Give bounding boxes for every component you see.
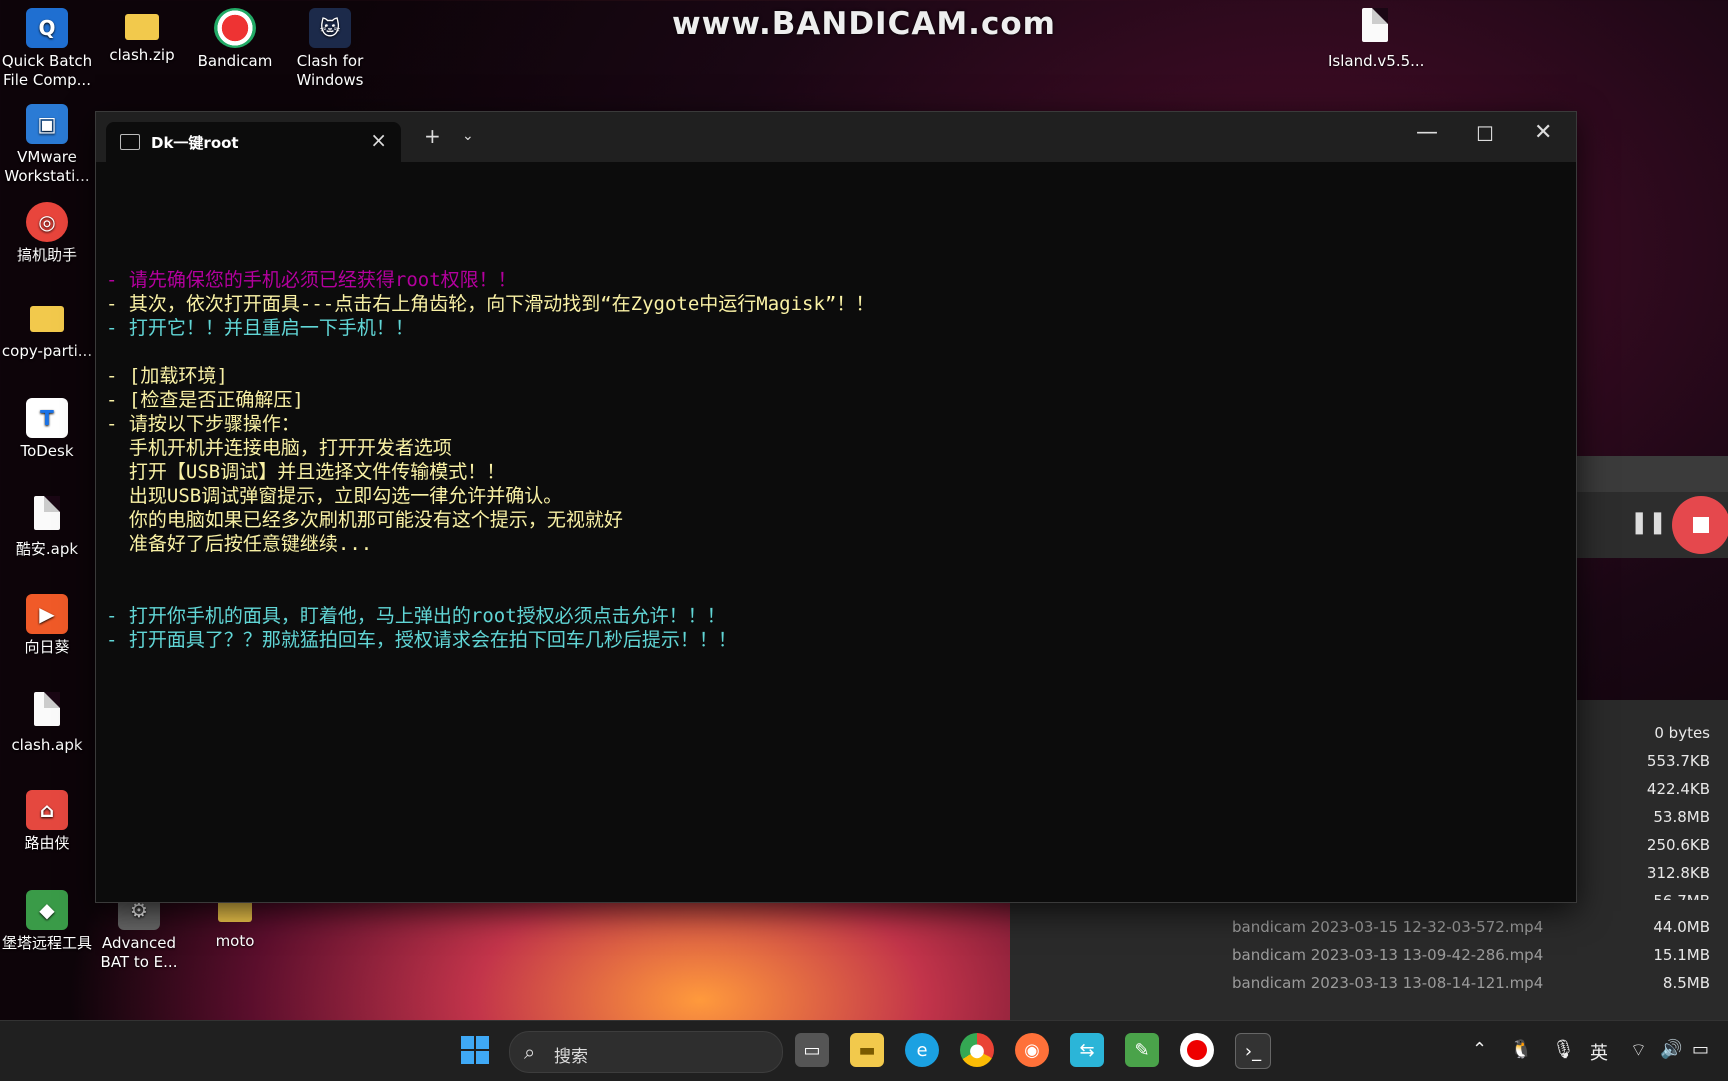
- terminal-line: - 请按以下步骤操作：: [106, 413, 300, 435]
- sync-app-icon[interactable]: ⇆: [1070, 1033, 1104, 1067]
- desktop-icon-router[interactable]: ⌂ 路由侠: [0, 790, 94, 853]
- terminal-titlebar[interactable]: Dk一键root × + ⌄ — ☐ ✕: [96, 112, 1576, 162]
- terminal-line: - 请先确保您的手机必须已经获得root权限！！: [106, 269, 517, 291]
- battery-icon[interactable]: ▭: [1692, 1039, 1709, 1060]
- quick-batch-icon: Q: [26, 8, 68, 48]
- phone-helper-icon: ◎: [26, 202, 68, 242]
- close-tab-icon[interactable]: ×: [370, 128, 387, 152]
- task-view-icon[interactable]: ▭: [795, 1033, 829, 1067]
- list-item[interactable]: bandicam 2023-03-13 13-09-42-286.mp4: [1232, 946, 1543, 964]
- desktop-icon-copy-partitions[interactable]: copy-parti...: [0, 300, 94, 361]
- terminal-line: - [检查是否正确解压]: [106, 389, 304, 411]
- apk-file-icon: [34, 496, 60, 530]
- router-icon: ⌂: [26, 790, 68, 830]
- tab-title: Dk一键root: [151, 134, 239, 152]
- terminal-taskbar-icon[interactable]: ›_: [1235, 1033, 1271, 1069]
- vmware-icon: ▣: [26, 104, 68, 144]
- ime-indicator[interactable]: 英: [1590, 1039, 1608, 1065]
- zip-folder-icon: [125, 14, 159, 40]
- new-tab-button[interactable]: +: [424, 124, 441, 148]
- terminal-tab[interactable]: Dk一键root ×: [106, 122, 401, 162]
- search-placeholder: 搜索: [554, 1047, 588, 1067]
- desktop-icon-kuan-apk[interactable]: 酷安.apk: [0, 496, 94, 559]
- stop-icon: [1693, 517, 1709, 533]
- microphone-icon[interactable]: 🎙: [1552, 1039, 1575, 1060]
- desktop-icon-clash-for-windows[interactable]: 🐱 Clash for Windows: [283, 8, 377, 90]
- notepad-app-icon[interactable]: ✎: [1125, 1033, 1159, 1067]
- list-item[interactable]: bandicam 2023-03-15 12-32-03-572.mp4: [1232, 918, 1543, 936]
- list-item[interactable]: bandicam 2023-03-13 13-08-14-121.mp4: [1232, 974, 1543, 992]
- desktop-icon-clash-zip[interactable]: clash.zip: [95, 8, 189, 65]
- firefox-icon[interactable]: ◉: [1015, 1033, 1049, 1067]
- desktop-icon-quick-batch[interactable]: Q Quick Batch File Comp...: [0, 8, 94, 90]
- terminal-line: 手机开机并连接电脑，打开开发者选项: [106, 437, 452, 459]
- terminal-line: - 打开你手机的面具，盯着他，马上弹出的root授权必须点击允许！！！: [106, 605, 726, 627]
- baota-icon: ◆: [26, 890, 68, 930]
- chrome-icon[interactable]: ●: [960, 1033, 994, 1067]
- tab-dropdown-button[interactable]: ⌄: [462, 128, 474, 144]
- terminal-window: Dk一键root × + ⌄ — ☐ ✕ - 请先确保您的手机必须已经获得roo…: [95, 111, 1577, 903]
- desktop-icon-vmware[interactable]: ▣ VMware Workstati...: [0, 104, 94, 186]
- show-hidden-icons[interactable]: ⌃: [1472, 1039, 1487, 1060]
- volume-icon[interactable]: 🔊: [1660, 1039, 1682, 1060]
- desktop-icon-sunflower[interactable]: ▶ 向日葵: [0, 594, 94, 657]
- bandicam-icon: [214, 8, 256, 48]
- desktop-icon-bandicam[interactable]: Bandicam: [188, 8, 282, 71]
- taskbar-search[interactable]: ⌕ 搜索: [509, 1031, 783, 1073]
- minimize-button[interactable]: —: [1416, 120, 1438, 145]
- terminal-line: 你的电脑如果已经多次刷机那可能没有这个提示，无视就好: [106, 509, 623, 531]
- start-button[interactable]: [458, 1033, 492, 1067]
- sunflower-icon: ▶: [26, 594, 68, 634]
- bandicam-taskbar-icon[interactable]: [1180, 1033, 1214, 1067]
- terminal-line: 出现USB调试弹窗提示，立即勾选一律允许并确认。: [106, 485, 563, 507]
- desktop-icon-baota[interactable]: ◆ 堡塔远程工具: [0, 890, 94, 953]
- desktop-icon-clash-apk[interactable]: clash.apk: [0, 692, 94, 755]
- maximize-button[interactable]: ☐: [1476, 122, 1494, 146]
- todesk-icon: T: [26, 398, 68, 438]
- close-button[interactable]: ✕: [1534, 120, 1552, 145]
- desktop-icon-island[interactable]: Island.v5.5...: [1328, 8, 1424, 71]
- terminal-line: 准备好了后按任意键继续...: [106, 533, 373, 555]
- terminal-line: - 其次，依次打开面具---点击右上角齿轮，向下滑动找到“在Zygote中运行M…: [106, 293, 875, 315]
- qq-icon[interactable]: 🐧: [1510, 1039, 1532, 1060]
- folder-icon: [30, 306, 64, 332]
- pause-icon[interactable]: ❚❚: [1630, 510, 1667, 535]
- apk-file-icon: [34, 692, 60, 726]
- terminal-line: 打开【USB调试】并且选择文件传输模式！！: [106, 461, 506, 483]
- desktop-icon-todesk[interactable]: T ToDesk: [0, 398, 94, 461]
- taskbar: ⌕ 搜索 ▭ ▬ e ● ◉ ⇆ ✎ ›_ ⌃ 🐧 🎙 英 ⌔ 🔊 ▭: [0, 1020, 1728, 1081]
- wifi-icon[interactable]: ⌔: [1630, 1039, 1647, 1062]
- search-icon: ⌕: [524, 1040, 536, 1064]
- terminal-icon: [120, 134, 140, 150]
- windows-icon: [461, 1036, 489, 1064]
- clash-icon: 🐱: [309, 8, 351, 48]
- bandicam-file-list-lower: bandicam 2023-03-15 12-32-03-572.mp4 44.…: [1010, 900, 1728, 1020]
- file-explorer-icon[interactable]: ▬: [850, 1033, 884, 1067]
- terminal-line: - 打开面具了？？那就猛拍回车，授权请求会在拍下回车几秒后提示！！！: [106, 629, 737, 651]
- terminal-line: - [加载环境]: [106, 365, 228, 387]
- edge-icon[interactable]: e: [905, 1033, 939, 1067]
- terminal-line: - 打开它！！并且重启一下手机！！: [106, 317, 414, 339]
- bandicam-controls: ❚❚: [1574, 492, 1728, 558]
- bandicam-toolbar: [1574, 456, 1728, 492]
- desktop-icon-phone-helper[interactable]: ◎ 搞机助手: [0, 202, 94, 265]
- file-icon: [1362, 8, 1388, 42]
- terminal-output[interactable]: - 请先确保您的手机必须已经获得root权限！！ - 其次，依次打开面具---点击…: [106, 244, 874, 700]
